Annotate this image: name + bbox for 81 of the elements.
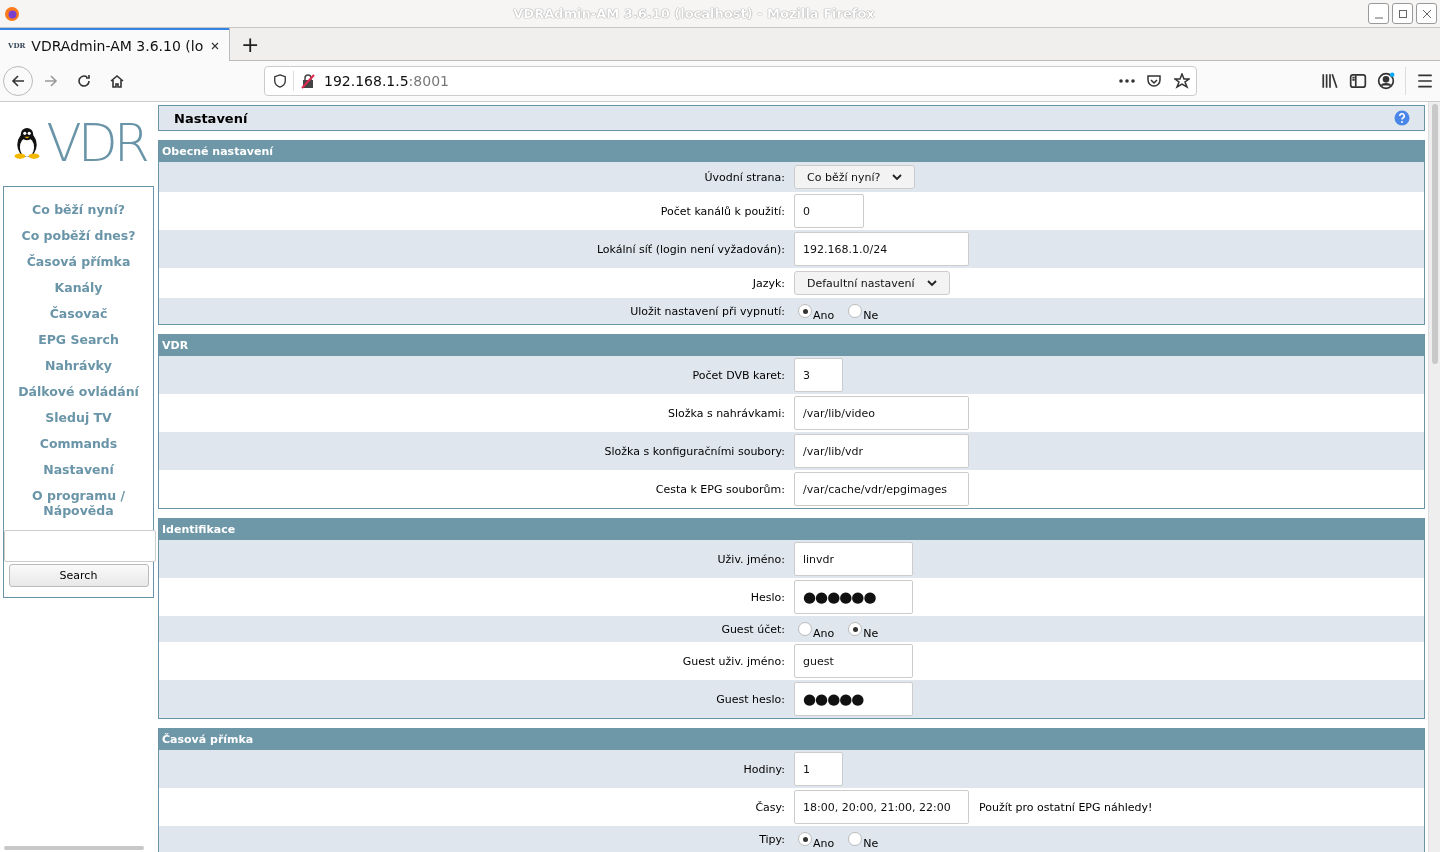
account-icon[interactable] <box>1377 72 1395 90</box>
radio-label: Ano <box>813 837 835 850</box>
dropdown[interactable]: Co běží nyní? <box>794 165 916 189</box>
radio-label: Ano <box>813 309 835 322</box>
field-label: Počet DVB karet: <box>691 368 785 382</box>
close-button[interactable] <box>1416 3 1437 24</box>
dropdown[interactable]: Defaultní nastavení <box>794 271 950 295</box>
field-label: Heslo: <box>749 590 785 604</box>
insecure-lock-icon[interactable] <box>300 73 316 89</box>
password-field[interactable]: ●●●●● <box>794 682 913 716</box>
password-field[interactable]: ●●●●●● <box>794 580 913 614</box>
text-field[interactable]: 192.168.1.0/24 <box>794 232 969 266</box>
field-label: Uživ. jméno: <box>716 552 785 566</box>
radio-button[interactable] <box>798 622 812 636</box>
text-field[interactable]: /var/lib/vdr <box>794 434 969 468</box>
field-label: Guest účet: <box>720 622 785 636</box>
field-label: Složka s konfiguračními soubory: <box>603 444 785 458</box>
back-arrow-icon <box>10 73 26 89</box>
field-label: Počet kanálů k použití: <box>659 204 785 218</box>
pocket-icon[interactable] <box>1146 73 1162 89</box>
field-label: Složka s nahrávkami: <box>666 406 785 420</box>
text-field[interactable]: 0 <box>794 194 864 228</box>
field-label: Cesta k EPG souborům: <box>654 482 785 496</box>
home-icon <box>109 73 125 89</box>
field-label: Hodiny: <box>742 762 785 776</box>
text-field[interactable]: 1 <box>794 752 843 786</box>
radio-button[interactable] <box>848 304 863 318</box>
help-icon[interactable] <box>1394 110 1410 126</box>
text-field[interactable]: /var/cache/vdr/epgimages <box>794 472 969 506</box>
section-title: Obecné nastavení <box>159 140 1424 162</box>
star-icon[interactable] <box>1174 73 1190 89</box>
browser-logo-icon <box>4 5 20 22</box>
section-title: VDR <box>159 334 1424 356</box>
minimize-button[interactable] <box>1368 3 1389 24</box>
tab-title: VDRAdmin-AM 3.6.10 (lo <box>31 37 204 54</box>
section-title: Časová přímka <box>159 728 1424 750</box>
radio-button[interactable] <box>798 832 812 846</box>
new-tab-button[interactable]: + <box>229 28 271 60</box>
close-icon <box>1421 8 1432 19</box>
field-label: Guest uživ. jméno: <box>681 654 785 668</box>
field-label: Lokální síť (login není vyžadován): <box>595 242 785 256</box>
field-label: Tipy: <box>758 832 785 846</box>
hint-text: Použít pro ostatní EPG náhledy! <box>979 800 1153 814</box>
search-field[interactable] <box>4 530 156 562</box>
library-icon[interactable] <box>1321 72 1339 90</box>
radio-label: Ne <box>863 837 879 850</box>
chevron-icon <box>926 279 937 287</box>
chevron-icon <box>892 173 903 181</box>
radio-label: Ano <box>813 627 835 640</box>
url-text: 192.168.1.5:8001 <box>324 73 449 89</box>
more-icon[interactable] <box>1118 78 1136 84</box>
menu-icon[interactable] <box>1416 72 1434 90</box>
address-bar[interactable]: 192.168.1.5:8001 <box>264 66 1197 96</box>
reload-icon <box>76 73 92 89</box>
radio-label: Ne <box>863 627 879 640</box>
search-button[interactable]: Search <box>8 564 149 587</box>
text-field[interactable]: 3 <box>794 358 843 392</box>
shield-icon[interactable] <box>273 74 287 88</box>
minimize-icon <box>1373 16 1384 19</box>
text-field[interactable]: 18:00, 20:00, 21:00, 22:00 <box>794 790 969 824</box>
scrollbar[interactable] <box>1428 102 1440 852</box>
radio-button[interactable] <box>848 832 863 846</box>
page-title: Nastavení <box>174 110 249 126</box>
logo-text: VDR <box>46 117 146 169</box>
text-field[interactable]: /var/lib/video <box>794 396 969 430</box>
maximize-icon <box>1397 8 1408 19</box>
sidebar-icon[interactable] <box>1349 72 1367 90</box>
text-field[interactable]: linvdr <box>794 542 913 576</box>
field-label: Úvodní strana: <box>703 170 785 184</box>
horizontal-scrollbar[interactable] <box>4 846 144 850</box>
radio-button[interactable] <box>848 622 863 636</box>
field-label: Jazyk: <box>751 276 785 290</box>
field-label: Časy: <box>754 800 785 814</box>
field-label: Guest heslo: <box>715 692 785 706</box>
forward-arrow-icon <box>43 73 59 89</box>
text-field[interactable]: guest <box>794 644 913 678</box>
field-label: Uložit nastavení při vypnutí: <box>629 304 785 318</box>
maximize-button[interactable] <box>1392 3 1413 24</box>
radio-label: Ne <box>863 309 879 322</box>
section-title: Identifikace <box>159 518 1424 540</box>
radio-button[interactable] <box>798 304 812 318</box>
